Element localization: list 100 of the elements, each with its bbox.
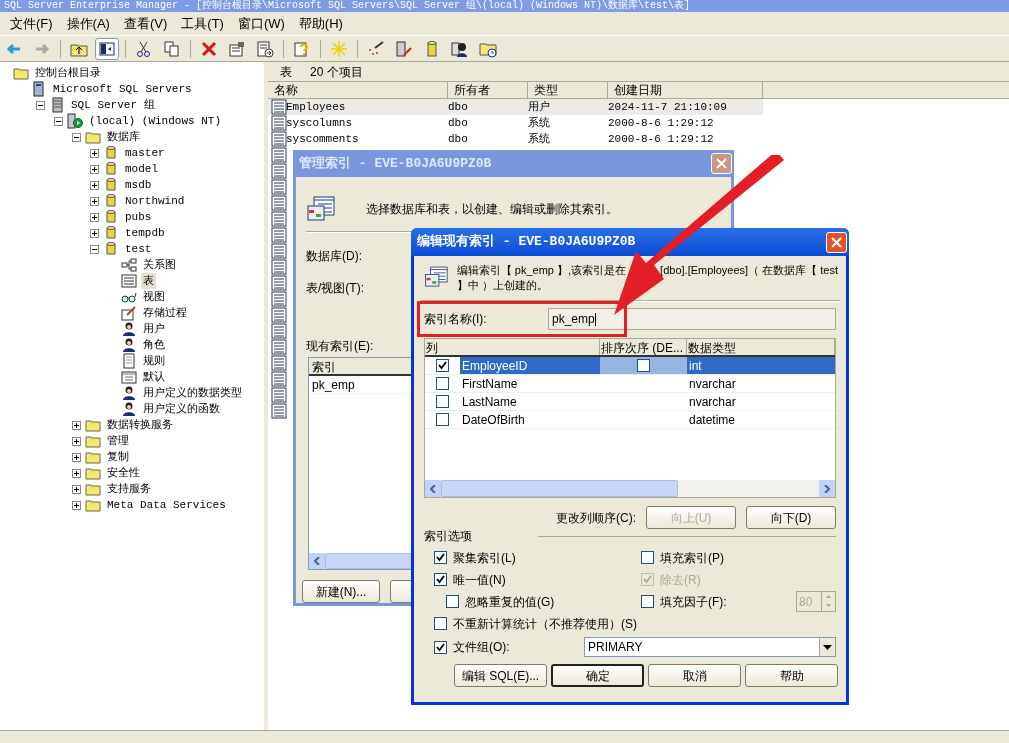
checkbox[interactable] bbox=[641, 551, 654, 564]
tree-item[interactable]: 支持服务 bbox=[105, 480, 153, 498]
tree-item[interactable]: 默认 bbox=[141, 368, 167, 386]
menu-item[interactable]: 帮助(H) bbox=[298, 13, 343, 34]
scroll-left-button[interactable] bbox=[425, 480, 441, 497]
table-cell-text: DateOfBirth bbox=[461, 411, 526, 429]
checkbox[interactable] bbox=[641, 595, 654, 608]
expand-box[interactable] bbox=[90, 196, 99, 206]
tree-item[interactable]: 规则 bbox=[141, 352, 167, 370]
menu-item[interactable]: 文件(F) bbox=[10, 13, 53, 34]
dialog-button[interactable]: 确定 bbox=[551, 664, 644, 687]
menu-item[interactable]: 查看(V) bbox=[123, 13, 168, 34]
table-cell-text: 2024-11-7 21:10:09 bbox=[608, 99, 728, 115]
tree-item[interactable]: 用户 bbox=[141, 320, 167, 338]
collapse-box[interactable] bbox=[54, 116, 63, 126]
tree-item[interactable]: master bbox=[123, 144, 167, 162]
tree-item[interactable]: 用户定义的函数 bbox=[141, 400, 222, 418]
checkbox[interactable] bbox=[434, 551, 447, 564]
tree-item[interactable]: 视图 bbox=[141, 288, 167, 306]
option-label: 忽略重复的值(G) bbox=[465, 593, 555, 611]
tree-item[interactable]: (local) (Windows NT) bbox=[87, 112, 224, 130]
dialog-button[interactable]: 取消 bbox=[648, 664, 741, 687]
menu-item[interactable]: 操作(A) bbox=[66, 13, 110, 34]
close-button[interactable] bbox=[711, 153, 732, 175]
scroll-thumb[interactable] bbox=[441, 480, 678, 497]
tree-item[interactable]: 关系图 bbox=[141, 256, 178, 274]
scroll-right-button[interactable] bbox=[819, 480, 835, 497]
tree-item[interactable]: model bbox=[123, 160, 160, 178]
expand-box[interactable] bbox=[90, 148, 99, 158]
column-header[interactable]: 排序次序 (DE... bbox=[600, 339, 687, 355]
dialog-button[interactable]: 新建(N)... bbox=[302, 580, 380, 603]
collapse-box[interactable] bbox=[72, 132, 81, 142]
option-label: 唯一值(N) bbox=[453, 571, 506, 589]
checkbox[interactable] bbox=[434, 617, 447, 630]
field-label: 现有索引(E): bbox=[306, 338, 374, 356]
column-header[interactable]: 列 bbox=[425, 339, 600, 355]
checkbox[interactable] bbox=[436, 395, 449, 408]
user-icon bbox=[121, 385, 137, 401]
expand-box[interactable] bbox=[72, 484, 81, 494]
tree-item[interactable]: 数据转换服务 bbox=[105, 416, 175, 434]
column-header[interactable]: 创建日期 bbox=[608, 82, 763, 98]
field-label: 数据库(D): bbox=[306, 248, 362, 266]
expand-box[interactable] bbox=[72, 452, 81, 462]
expand-box[interactable] bbox=[90, 164, 99, 174]
menu-item[interactable]: 窗口(W) bbox=[237, 13, 285, 34]
collapse-box[interactable] bbox=[36, 100, 45, 110]
wand-icon bbox=[367, 39, 385, 58]
folder-icon bbox=[85, 449, 101, 465]
filegroup-dropdown[interactable]: PRIMARY bbox=[584, 637, 836, 657]
column-header[interactable]: 名称 bbox=[268, 82, 448, 98]
table-icon bbox=[271, 259, 287, 275]
tree-item[interactable]: test bbox=[123, 240, 154, 258]
column-header[interactable]: 类型 bbox=[528, 82, 608, 98]
checkbox[interactable] bbox=[434, 573, 447, 586]
checkbox[interactable] bbox=[436, 377, 449, 390]
checkbox[interactable] bbox=[436, 413, 449, 426]
tree-item[interactable]: 存储过程 bbox=[141, 304, 189, 322]
index-name-field[interactable]: pk_emp bbox=[548, 308, 836, 330]
dialog-button[interactable]: 编辑 SQL(E)... bbox=[454, 664, 547, 687]
expand-box[interactable] bbox=[72, 436, 81, 446]
toolbar-button[interactable] bbox=[95, 37, 119, 60]
sparkle-icon bbox=[330, 39, 348, 58]
tree-item[interactable]: Meta Data Services bbox=[105, 496, 228, 514]
scroll-left-button[interactable] bbox=[309, 553, 325, 569]
expand-box[interactable] bbox=[90, 212, 99, 222]
user-icon bbox=[121, 321, 137, 337]
table-cell-text: dbo bbox=[448, 99, 469, 115]
checkbox[interactable] bbox=[446, 595, 459, 608]
tree-item[interactable]: Microsoft SQL Servers bbox=[51, 80, 194, 98]
column-header[interactable]: 数据类型 bbox=[687, 339, 835, 355]
tree-item[interactable]: 控制台根目录 bbox=[33, 64, 103, 82]
tree-item[interactable]: tempdb bbox=[123, 224, 167, 242]
table-icon bbox=[271, 147, 287, 163]
close-button[interactable] bbox=[826, 231, 847, 253]
tree-item[interactable]: 角色 bbox=[141, 336, 167, 354]
checkbox[interactable] bbox=[637, 359, 650, 372]
tree-item[interactable]: msdb bbox=[123, 176, 154, 194]
menu-item[interactable]: 工具(T) bbox=[181, 13, 224, 34]
expand-box[interactable] bbox=[72, 420, 81, 430]
tree-item[interactable]: SQL Server 组 bbox=[69, 96, 157, 114]
expand-box[interactable] bbox=[72, 468, 81, 478]
tree-item[interactable]: Northwind bbox=[123, 192, 187, 210]
tree-item[interactable]: pubs bbox=[123, 208, 154, 226]
tree-item[interactable]: 数据库 bbox=[105, 128, 142, 146]
tree-item[interactable]: 复制 bbox=[105, 448, 131, 466]
tree-item[interactable]: 安全性 bbox=[105, 464, 142, 482]
dialog-button[interactable]: 帮助 bbox=[745, 664, 838, 687]
expand-box[interactable] bbox=[72, 500, 81, 510]
tree-item[interactable]: 管理 bbox=[105, 432, 131, 450]
dialog-button[interactable]: 向下(D) bbox=[746, 506, 836, 529]
checkbox[interactable] bbox=[436, 359, 449, 372]
tree-item[interactable]: 表 bbox=[141, 272, 156, 290]
expand-box[interactable] bbox=[90, 228, 99, 238]
column-header[interactable]: 所有者 bbox=[448, 82, 528, 98]
tree-item[interactable]: 用户定义的数据类型 bbox=[141, 384, 244, 402]
table-icon bbox=[271, 195, 287, 211]
collapse-box[interactable] bbox=[90, 244, 99, 254]
checkbox[interactable] bbox=[434, 640, 447, 654]
expand-box[interactable] bbox=[90, 180, 99, 190]
properties-icon bbox=[228, 39, 246, 58]
